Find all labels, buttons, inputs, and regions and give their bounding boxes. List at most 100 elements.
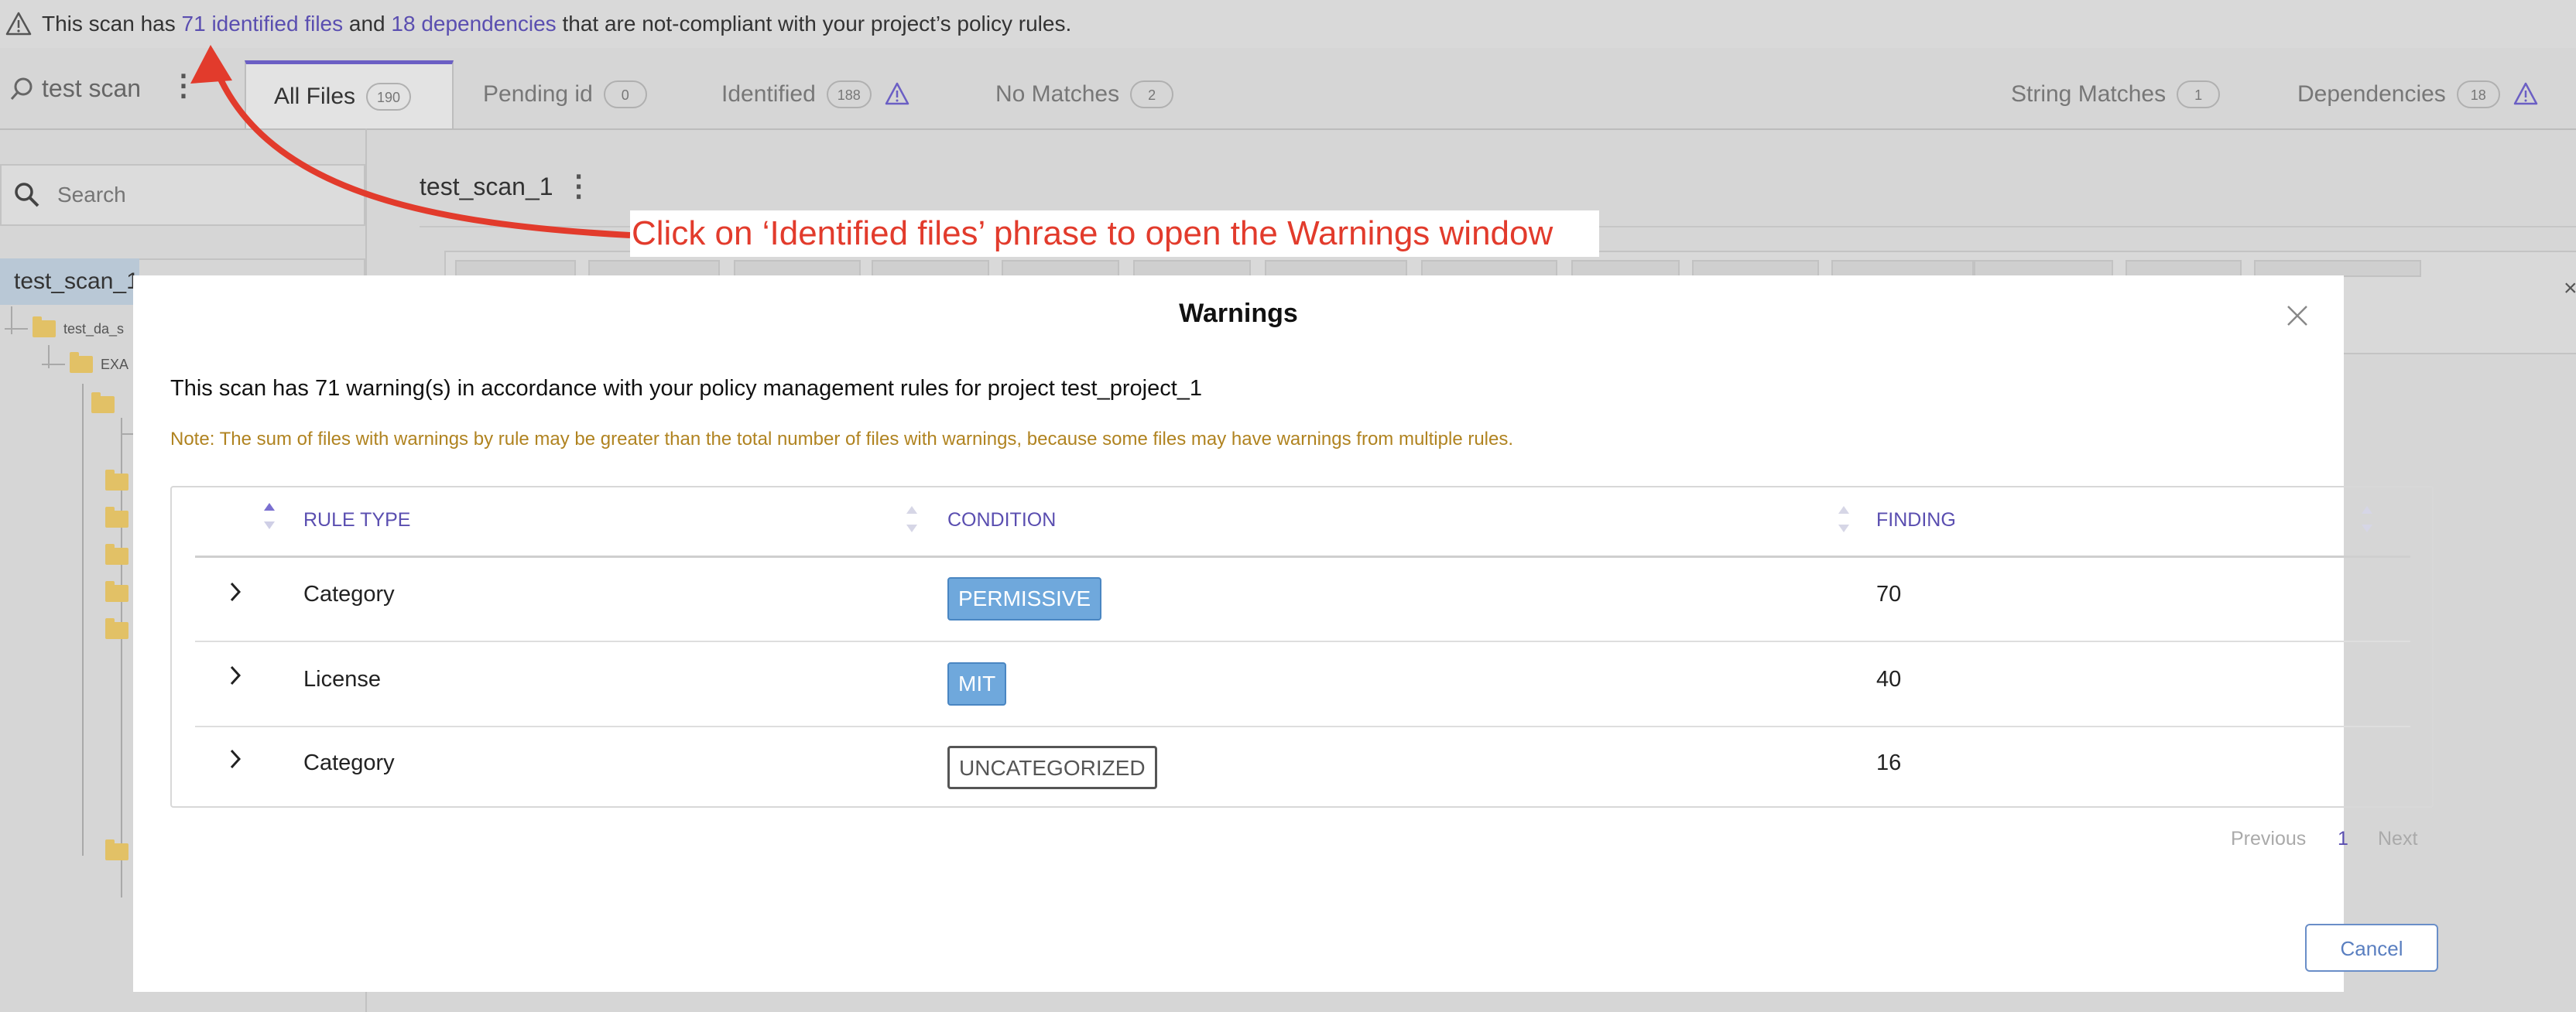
tree-item-label: test_da_s [63, 320, 125, 337]
folder-icon [70, 352, 93, 373]
toolbar-placeholder [2254, 260, 2421, 277]
toolbar-placeholder [1421, 260, 1557, 277]
pagination-next[interactable]: Next [2378, 828, 2417, 850]
breadcrumb-label: test_scan_1 [420, 172, 553, 200]
scan-menu-kebab-icon[interactable]: ⋮ [169, 71, 198, 101]
tree-item[interactable] [105, 618, 136, 639]
search-icon [10, 77, 33, 100]
chevron-right-icon[interactable] [224, 579, 246, 605]
finding-cell: 16 [1876, 750, 1902, 775]
warning-icon [5, 12, 32, 36]
toolbar-placeholder [1002, 260, 1119, 277]
cancel-button[interactable]: Cancel [2305, 924, 2438, 972]
search-input[interactable] [56, 182, 353, 208]
tab-all-files[interactable]: All Files 190 [245, 60, 454, 128]
tree-item[interactable] [105, 507, 136, 528]
warnings-dialog: Warnings This scan has 71 warning(s) in … [133, 275, 2438, 992]
folder-icon [105, 618, 128, 639]
tab-label: Dependencies [2297, 81, 2446, 107]
warnings-summary: This scan has 71 warning(s) in accordanc… [170, 376, 1203, 401]
folder-icon [105, 544, 128, 565]
tree-item[interactable] [105, 839, 136, 860]
tree-item[interactable]: EXA [42, 352, 129, 373]
tab-count-badge: 18 [2456, 80, 2500, 108]
annotation-callout: Click on ‘Identified files’ phrase to op… [630, 210, 1599, 257]
banner-prefix: This scan has [42, 12, 182, 36]
toolbar-placeholder [1133, 260, 1251, 277]
toolbar-placeholder [455, 260, 576, 277]
tree-item[interactable] [105, 581, 136, 602]
pagination-previous[interactable]: Previous [2231, 828, 2306, 850]
chevron-right-icon[interactable] [224, 746, 246, 772]
toolbar-placeholder [1692, 260, 1819, 277]
toolbar-placeholder [872, 260, 989, 277]
condition-chip: UNCATEGORIZED [947, 746, 1157, 789]
scan-name-label: test scan [42, 74, 142, 102]
column-header-condition[interactable]: CONDITION [947, 509, 1056, 532]
row-divider [195, 726, 2410, 727]
tab-dependencies[interactable]: Dependencies 18 [2297, 60, 2539, 128]
breadcrumb-kebab-icon[interactable]: ⋮ [564, 172, 594, 201]
warning-icon [885, 82, 909, 105]
scan-name[interactable]: test scan [8, 74, 141, 103]
folder-icon [91, 392, 115, 413]
warnings-note: Note: The sum of files with warnings by … [170, 429, 1514, 450]
sort-icon[interactable] [904, 503, 920, 537]
tab-identified[interactable]: Identified 188 [721, 60, 910, 128]
tab-label: No Matches [995, 81, 1120, 107]
column-header-rule-type[interactable]: RULE TYPE [303, 509, 410, 532]
tab-count-badge: 1 [2177, 80, 2221, 108]
folder-icon [105, 507, 128, 528]
toolbar-placeholder [1831, 260, 1974, 277]
banner-middle: and [343, 12, 392, 36]
toolbar-placeholder [588, 260, 720, 277]
policy-warning-banner: This scan has 71 identified files and 18… [0, 0, 2576, 48]
chevron-right-icon[interactable] [224, 662, 246, 689]
tree-item-label: EXA [101, 356, 129, 372]
tree-root-node[interactable]: test_scan_1 [0, 258, 139, 305]
rule-type-cell: License [303, 667, 381, 692]
banner-text: This scan has 71 identified files and 18… [42, 12, 1071, 36]
identified-files-link[interactable]: 71 identified files [182, 12, 344, 36]
toolbar-placeholder [1265, 260, 1407, 277]
dependencies-link[interactable]: 18 dependencies [391, 12, 556, 36]
close-icon[interactable] [2282, 300, 2313, 331]
toolbar-placeholder [2126, 260, 2242, 277]
row-divider [195, 641, 2410, 642]
tree-item[interactable] [105, 470, 136, 491]
condition-chip: MIT [947, 662, 1007, 706]
file-search [0, 164, 365, 226]
tab-string-matches[interactable]: String Matches 1 [2011, 60, 2221, 128]
tree-line [82, 384, 84, 856]
banner-suffix: that are not-compliant with your project… [556, 12, 1072, 36]
breadcrumb: test_scan_1 ⋮ [420, 172, 594, 201]
warnings-table: RULE TYPE CONDITION FINDING Category PER… [170, 486, 2434, 808]
tab-label: String Matches [2011, 81, 2167, 107]
condition-chip: PERMISSIVE [947, 577, 1102, 621]
rule-type-cell: Category [303, 750, 395, 775]
folder-icon [105, 581, 128, 602]
tree-item[interactable]: test_da_s [5, 316, 125, 337]
column-header-finding[interactable]: FINDING [1876, 509, 1956, 532]
toolbar-placeholder [734, 260, 861, 277]
header-divider [195, 556, 2410, 558]
tab-count-badge: 188 [826, 80, 872, 108]
search-icon [15, 183, 39, 207]
sort-icon[interactable] [1836, 503, 1852, 537]
sort-icon[interactable] [262, 500, 277, 534]
tree-connector [5, 328, 28, 330]
tab-count-badge: 190 [366, 82, 412, 111]
tab-label: All Files [274, 83, 356, 109]
tree-item[interactable] [105, 544, 136, 565]
tab-label: Pending id [483, 81, 593, 107]
pagination-page[interactable]: 1 [2338, 828, 2348, 850]
close-icon[interactable]: × [2564, 275, 2576, 302]
warning-icon [2513, 82, 2538, 105]
folder-icon [105, 839, 128, 860]
tree-item[interactable] [91, 392, 122, 413]
tab-pending-id[interactable]: Pending id 0 [483, 60, 647, 128]
tab-no-matches[interactable]: No Matches 2 [995, 60, 1174, 128]
sort-icon[interactable] [2359, 503, 2375, 537]
dialog-title: Warnings [1179, 299, 1298, 328]
finding-cell: 40 [1876, 667, 1902, 692]
